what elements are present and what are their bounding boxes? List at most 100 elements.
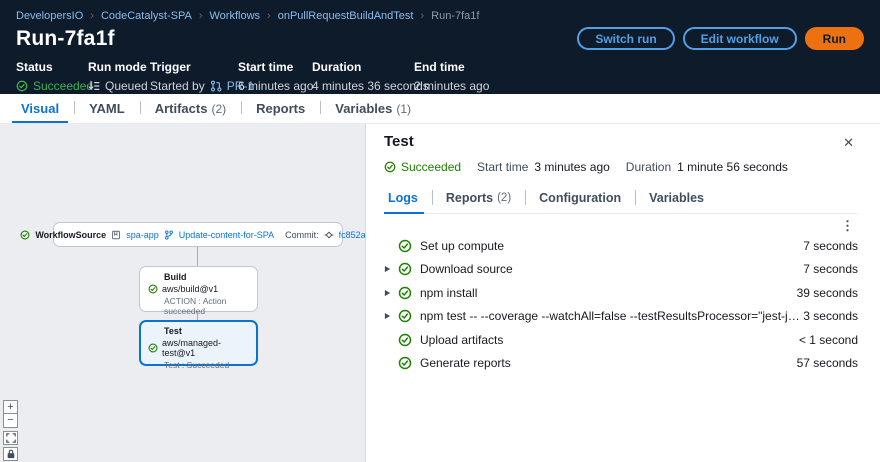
tab-visual[interactable]: Visual — [6, 94, 74, 123]
log-step-name: Set up compute — [420, 239, 504, 253]
breadcrumb-separator-icon: › — [199, 10, 203, 22]
action-detail-panel: Test ✕ Succeeded Start time 3 minutes ag… — [365, 124, 880, 462]
breadcrumb-separator-icon: › — [267, 10, 271, 22]
switch-run-button[interactable]: Switch run — [577, 27, 674, 50]
log-row[interactable]: Upload artifacts < 1 second — [384, 328, 858, 352]
panel-tab-variables[interactable]: Variables — [635, 185, 718, 213]
commit-label: Commit: — [285, 230, 319, 240]
end-time-value: 2 minutes ago — [414, 79, 489, 93]
lock-canvas-button[interactable] — [3, 447, 18, 461]
panel-tab-reports[interactable]: Reports (2) — [432, 185, 525, 213]
workflow-source-node[interactable]: WorkflowSource spa-app Update-content-fo… — [53, 222, 343, 247]
meta-run-mode: Run mode Queued — [88, 60, 150, 93]
expand-icon[interactable] — [384, 265, 391, 273]
log-step-duration: 7 seconds — [803, 239, 858, 253]
success-icon — [398, 309, 412, 323]
panel-tab-logs[interactable]: Logs — [384, 185, 432, 213]
test-node-action: aws/managed-test@v1 — [162, 338, 249, 358]
panel-tab-reports-count: (2) — [497, 192, 511, 204]
build-action-node[interactable]: Build aws/build@v1 ACTION : Action succe… — [139, 266, 258, 312]
trigger-label: Trigger — [150, 60, 238, 74]
queued-icon — [88, 80, 100, 92]
success-icon — [398, 333, 412, 347]
tab-visual-label: Visual — [21, 101, 59, 116]
branch-icon — [164, 230, 174, 240]
status-label: Status — [16, 60, 88, 74]
log-step-duration: 3 seconds — [803, 309, 858, 323]
close-icon[interactable]: ✕ — [839, 133, 858, 153]
breadcrumb-link-project[interactable]: CodeCatalyst-SPA — [101, 10, 192, 22]
log-step-duration: 57 seconds — [797, 356, 858, 370]
lock-icon — [6, 449, 16, 459]
panel-duration-label: Duration — [626, 160, 671, 174]
panel-start-time-label: Start time — [477, 160, 528, 174]
panel-duration-value: 1 minute 56 seconds — [677, 160, 788, 174]
meta-duration: Duration 4 minutes 36 seconds — [312, 60, 414, 93]
run-mode-label: Run mode — [88, 60, 150, 74]
meta-start-time: Start time 6 minutes ago — [238, 60, 312, 93]
tab-yaml-label: YAML — [89, 101, 125, 116]
log-step-name: Generate reports — [420, 356, 511, 370]
panel-status-value: Succeeded — [401, 160, 461, 174]
breadcrumb-link-space[interactable]: DevelopersIO — [16, 10, 83, 22]
fit-view-button[interactable] — [3, 431, 18, 445]
tab-yaml[interactable]: YAML — [74, 94, 140, 123]
edit-workflow-button[interactable]: Edit workflow — [683, 27, 797, 50]
branch-link[interactable]: Update-content-for-SPA — [179, 230, 274, 240]
test-action-node[interactable]: Test aws/managed-test@v1 Test : Succeede… — [139, 320, 258, 366]
connector-line — [197, 247, 198, 266]
zoom-out-button[interactable]: − — [3, 414, 18, 428]
workflow-canvas[interactable]: WorkflowSource spa-app Update-content-fo… — [0, 124, 365, 462]
success-icon — [398, 262, 412, 276]
log-row[interactable]: npm test -- --coverage --watchAll=false … — [384, 305, 858, 329]
run-button[interactable]: Run — [805, 27, 864, 50]
run-meta: Status Succeeded Run mode Queued Trigger… — [16, 60, 864, 93]
panel-start-time-value: 3 minutes ago — [534, 160, 609, 174]
success-icon — [398, 286, 412, 300]
duration-label: Duration — [312, 60, 414, 74]
zoom-in-button[interactable]: + — [3, 400, 18, 414]
panel-tab-configuration[interactable]: Configuration — [525, 185, 635, 213]
start-time-value: 6 minutes ago — [238, 79, 313, 93]
log-row[interactable]: Set up compute 7 seconds — [384, 234, 858, 258]
expand-icon[interactable] — [384, 289, 391, 297]
breadcrumb-link-workflows[interactable]: Workflows — [210, 10, 261, 22]
breadcrumb-link-workflow[interactable]: onPullRequestBuildAndTest — [278, 10, 414, 22]
commit-icon — [324, 230, 334, 240]
test-node-title: Test — [164, 326, 249, 336]
tab-artifacts[interactable]: Artifacts (2) — [140, 94, 241, 123]
tab-variables-label: Variables — [335, 101, 392, 116]
log-step-duration: < 1 second — [799, 333, 858, 347]
breadcrumb: DevelopersIO › CodeCatalyst-SPA › Workfl… — [16, 0, 864, 22]
build-node-title: Build — [164, 272, 249, 282]
run-header: DevelopersIO › CodeCatalyst-SPA › Workfl… — [0, 0, 880, 94]
meta-trigger: Trigger Started by PR-1 — [150, 60, 238, 93]
panel-status-row: Succeeded Start time 3 minutes ago Durat… — [384, 160, 858, 174]
expand-icon[interactable] — [384, 312, 391, 320]
kebab-menu-icon[interactable]: ⋮ — [837, 220, 858, 232]
tab-reports[interactable]: Reports — [241, 94, 320, 123]
start-time-label: Start time — [238, 60, 312, 74]
log-step-name: npm test -- --coverage --watchAll=false … — [420, 309, 803, 323]
header-actions: Switch run Edit workflow Run — [577, 27, 864, 50]
duration-value: 4 minutes 36 seconds — [312, 79, 429, 93]
build-node-meta: ACTION : Action succeeded — [164, 296, 249, 316]
log-row[interactable]: Generate reports 57 seconds — [384, 352, 858, 376]
success-icon — [398, 356, 412, 370]
trigger-prefix: Started by — [150, 79, 205, 93]
log-row[interactable]: Download source 7 seconds — [384, 258, 858, 282]
zoom-controls: + − — [3, 400, 18, 428]
repository-link[interactable]: spa-app — [126, 230, 159, 240]
success-icon — [20, 230, 30, 240]
breadcrumb-separator-icon: › — [90, 10, 94, 22]
meta-end-time: End time 2 minutes ago — [414, 60, 489, 93]
breadcrumb-separator-icon: › — [420, 10, 424, 22]
panel-tab-reports-label: Reports — [446, 191, 493, 205]
log-row[interactable]: npm install 39 seconds — [384, 281, 858, 305]
log-step-name: Download source — [420, 262, 513, 276]
workflow-source-title: WorkflowSource — [35, 230, 106, 240]
tab-variables[interactable]: Variables (1) — [320, 94, 426, 123]
test-node-meta: Test : Succeeded — [164, 360, 249, 370]
log-step-duration: 39 seconds — [797, 286, 858, 300]
log-step-name: Upload artifacts — [420, 333, 503, 347]
